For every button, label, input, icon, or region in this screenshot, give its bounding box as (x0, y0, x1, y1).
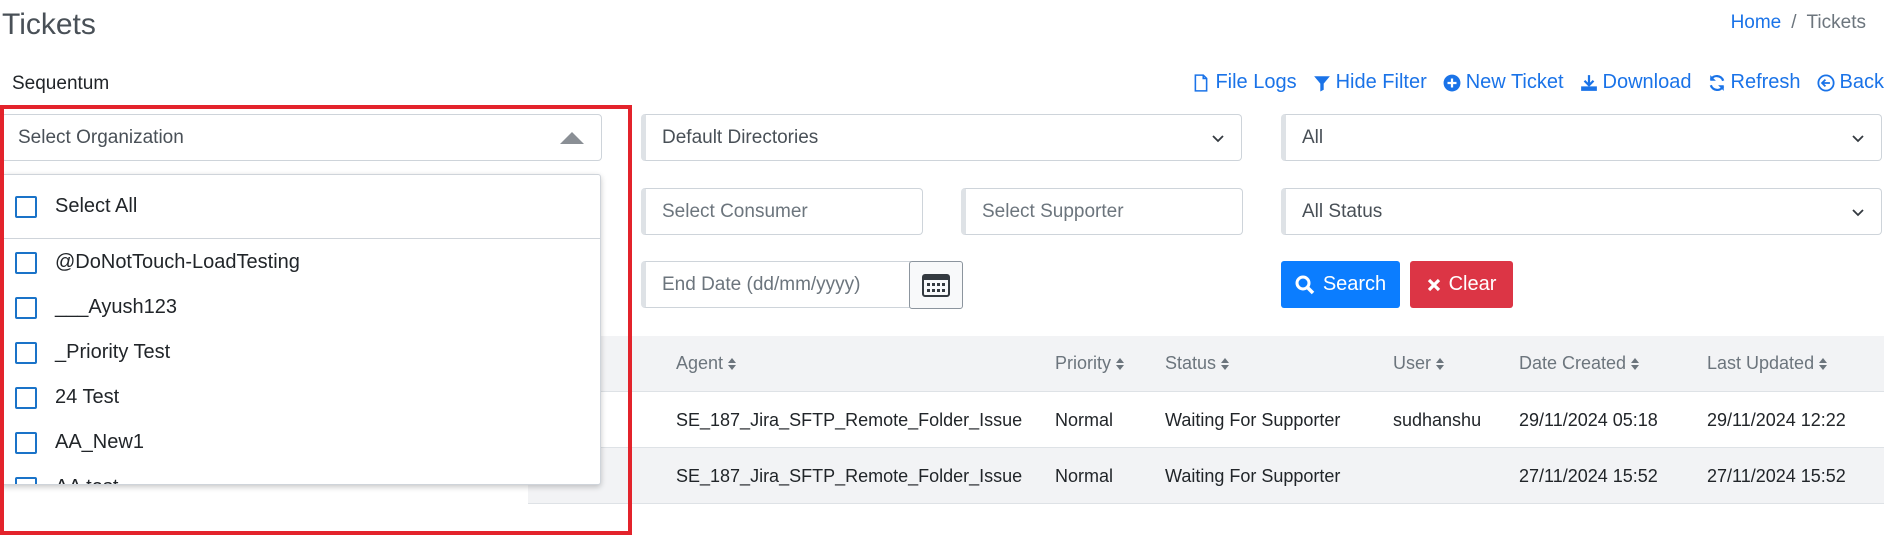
chevron-down-icon (1852, 208, 1864, 216)
column-header-agent[interactable]: Agent (676, 353, 737, 374)
row-divider (528, 503, 1884, 504)
cell-user: sudhanshu (1393, 410, 1482, 430)
sort-icon (1631, 357, 1640, 370)
highlight-frame (0, 105, 632, 535)
cell-agent[interactable]: SE_187_Jira_SFTP_Remote_Folder_Issue (676, 466, 1022, 487)
column-header-label: Date Created (1519, 353, 1627, 373)
cell-date-created: 29/11/2024 05:18 (1519, 410, 1658, 430)
organization-label: Sequentum (12, 73, 110, 94)
column-header-label: Last Updated (1707, 353, 1815, 373)
cell-status: Waiting For Supporter (1165, 466, 1341, 486)
status-select[interactable]: All Status (1281, 188, 1882, 235)
clear-button[interactable]: Clear (1410, 261, 1513, 308)
new-ticket-button[interactable]: New Ticket (1443, 71, 1564, 94)
sort-icon (1436, 357, 1445, 370)
supporter-placeholder: Select Supporter (982, 200, 1124, 222)
scope-select-value: All (1302, 126, 1324, 148)
search-button-label: Search (1322, 273, 1387, 295)
back-circle-icon (1816, 73, 1835, 92)
cell-last-updated: 27/11/2024 15:52 (1707, 466, 1846, 486)
refresh-icon (1709, 74, 1724, 91)
calendar-icon (922, 274, 950, 297)
clear-button-label: Clear (1448, 273, 1497, 295)
column-header-label: Status (1165, 353, 1217, 373)
file-icon (1195, 73, 1208, 92)
directories-select-value: Default Directories (662, 126, 819, 148)
column-header-label: Agent (676, 353, 724, 373)
breadcrumb-separator: / (1791, 12, 1797, 33)
cell-priority: Normal (1055, 466, 1114, 486)
sort-icon (1221, 357, 1230, 370)
consumer-select[interactable]: Select Consumer (641, 188, 923, 235)
hide-filter-button[interactable]: Hide Filter (1313, 71, 1427, 94)
calendar-button[interactable] (909, 261, 963, 309)
end-date-input[interactable]: End Date (dd/mm/yyyy) (641, 261, 911, 308)
cell-status: Waiting For Supporter (1165, 410, 1341, 430)
new-ticket-label: New Ticket (1465, 71, 1564, 93)
filter-icon (1313, 75, 1330, 91)
end-date-placeholder: End Date (dd/mm/yyyy) (662, 273, 861, 295)
column-header-date-created[interactable]: Date Created (1519, 353, 1640, 374)
chevron-down-icon (1212, 134, 1224, 142)
search-button[interactable]: Search (1281, 261, 1400, 308)
sort-icon (1819, 357, 1828, 370)
hide-filter-label: Hide Filter (1335, 71, 1427, 93)
row-divider (528, 447, 1884, 448)
file-logs-label: File Logs (1215, 71, 1297, 93)
breadcrumb-current: Tickets (1806, 12, 1866, 33)
refresh-button[interactable]: Refresh (1708, 71, 1801, 94)
cell-agent[interactable]: SE_187_Jira_SFTP_Remote_Folder_Issue (676, 410, 1022, 431)
download-label: Download (1602, 71, 1692, 93)
column-header-status[interactable]: Status (1165, 353, 1230, 374)
plus-circle-icon (1443, 74, 1461, 91)
column-header-user[interactable]: User (1393, 353, 1445, 374)
sort-icon (1116, 357, 1125, 370)
back-label: Back (1839, 71, 1884, 93)
breadcrumb-home-link[interactable]: Home (1731, 12, 1782, 34)
column-header-last-updated[interactable]: Last Updated (1707, 353, 1828, 374)
page-title: Tickets (2, 8, 96, 41)
download-button[interactable]: Download (1580, 71, 1692, 94)
column-header-priority[interactable]: Priority (1055, 353, 1125, 374)
status-select-value: All Status (1302, 200, 1383, 222)
column-header-label: Priority (1055, 353, 1112, 373)
toolbar: File Logs Hide Filter New Ticket Downloa… (1192, 71, 1884, 94)
supporter-select[interactable]: Select Supporter (961, 188, 1243, 235)
file-logs-button[interactable]: File Logs (1192, 71, 1297, 94)
consumer-placeholder: Select Consumer (662, 200, 808, 222)
breadcrumb: Home / Tickets (1731, 12, 1866, 34)
back-button[interactable]: Back (1816, 71, 1884, 94)
x-icon (1427, 278, 1440, 291)
directories-select[interactable]: Default Directories (641, 114, 1242, 161)
scope-select[interactable]: All (1281, 114, 1882, 161)
chevron-down-icon (1852, 134, 1864, 142)
cell-date-created: 27/11/2024 15:52 (1519, 466, 1658, 486)
download-icon (1580, 74, 1597, 91)
cell-priority: Normal (1055, 410, 1114, 430)
sort-icon (728, 357, 737, 370)
refresh-label: Refresh (1730, 71, 1801, 93)
cell-last-updated: 29/11/2024 12:22 (1707, 410, 1846, 430)
search-icon (1295, 275, 1315, 294)
column-header-label: User (1393, 353, 1432, 373)
